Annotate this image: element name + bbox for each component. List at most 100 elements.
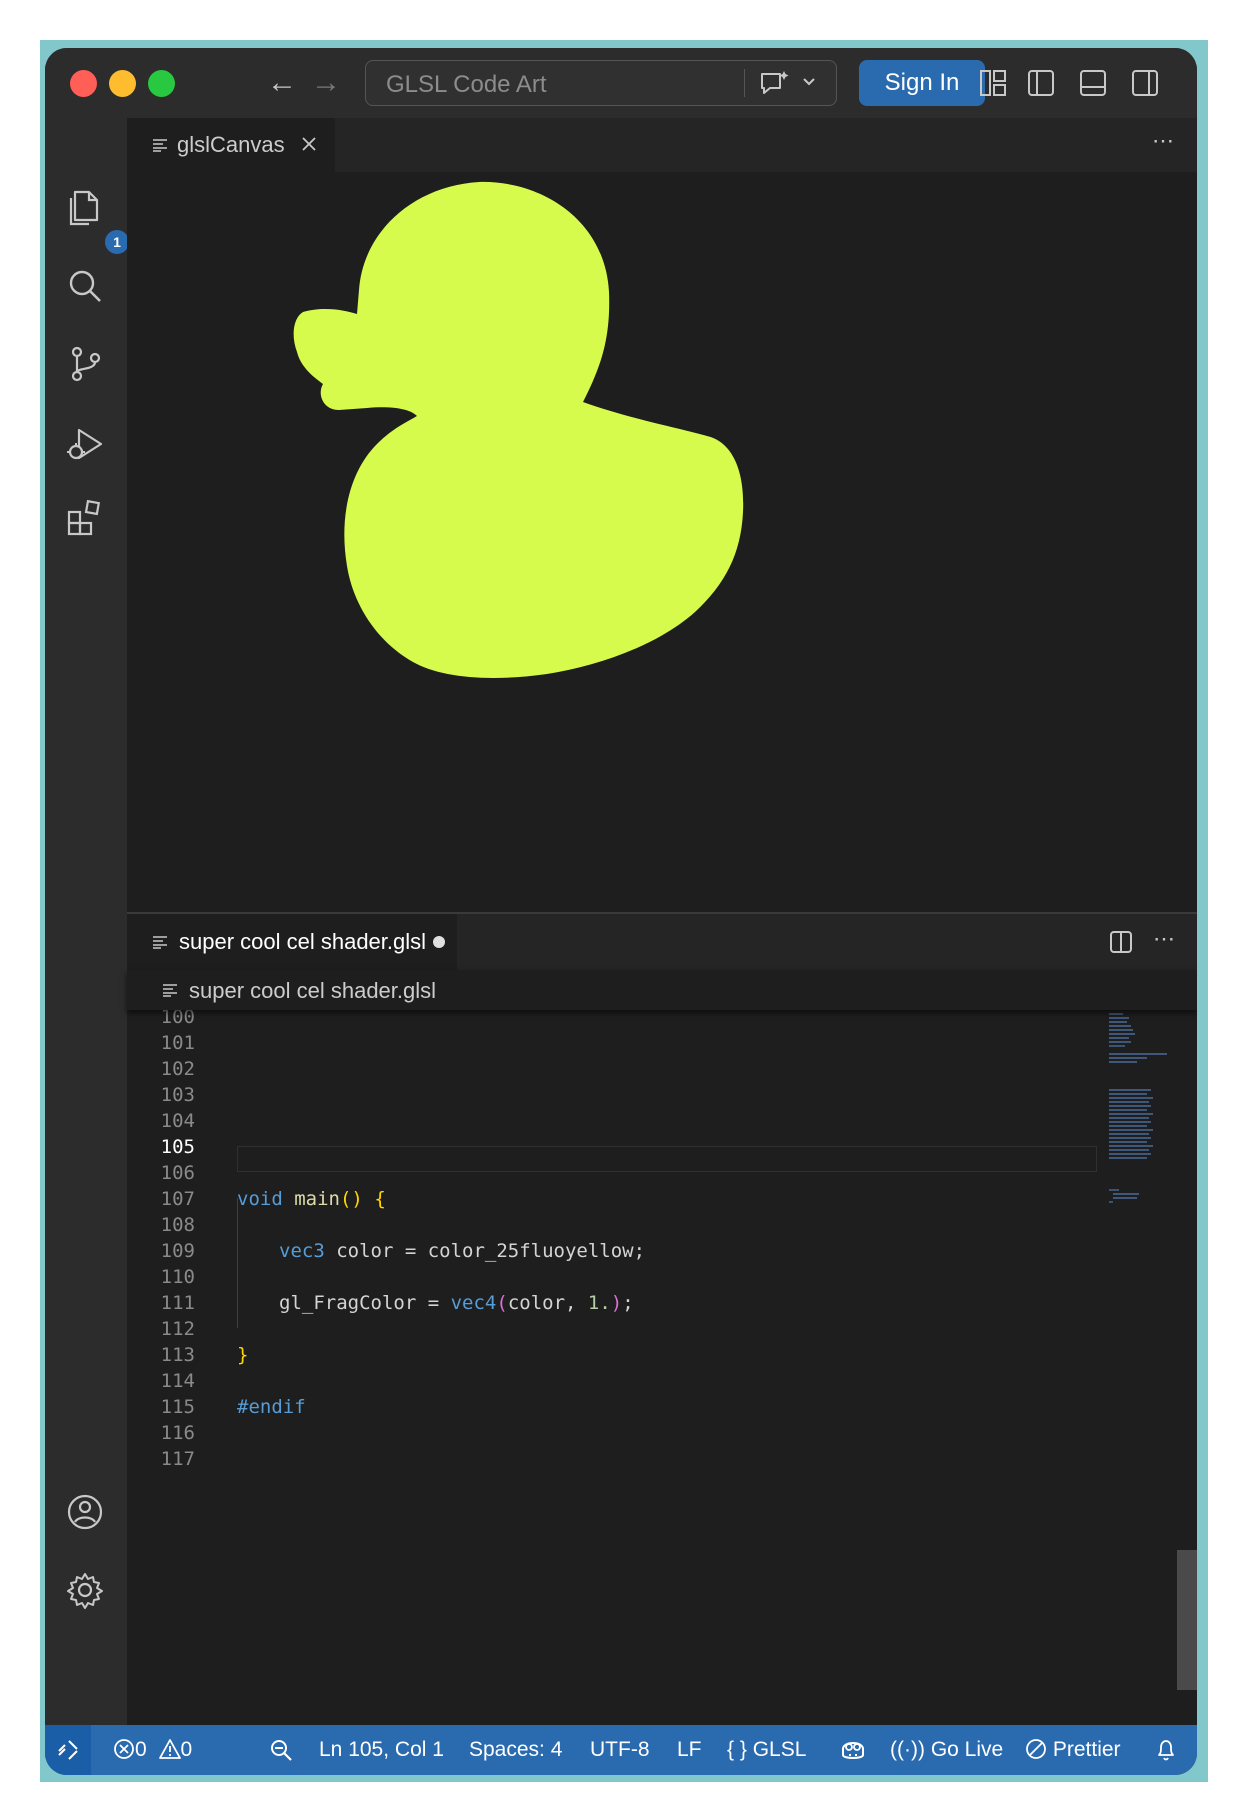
- title-bar: ← → GLSL Code Art Sign In: [45, 48, 1197, 118]
- token-bracket: {: [374, 1188, 386, 1210]
- breadcrumb: super cool cel shader.glsl: [127, 970, 1197, 1010]
- indentation[interactable]: Spaces: 4: [469, 1738, 562, 1762]
- prettier-label: Prettier: [1052, 1738, 1121, 1761]
- token-text: ;: [622, 1292, 634, 1314]
- preview-file-icon: [153, 139, 167, 152]
- more-actions-icon[interactable]: ⋯: [1152, 128, 1175, 154]
- chevron-down-icon[interactable]: [802, 77, 816, 87]
- breadcrumb-file[interactable]: super cool cel shader.glsl: [189, 978, 436, 1004]
- error-count: 0: [135, 1738, 147, 1761]
- problems-indicator[interactable]: 0 0: [113, 1738, 192, 1762]
- token-bracket: ): [610, 1292, 623, 1314]
- search-icon[interactable]: [65, 266, 105, 306]
- gear-icon[interactable]: [65, 1570, 105, 1610]
- current-line-highlight: [237, 1146, 1097, 1172]
- toggle-panel-icon[interactable]: [1078, 68, 1108, 98]
- close-icon[interactable]: [301, 136, 317, 152]
- token-type: vec4: [450, 1292, 497, 1314]
- extensions-icon[interactable]: [65, 498, 105, 538]
- preview-tab-bar: glslCanvas ⋯: [127, 118, 1197, 172]
- explorer-badge: 1: [105, 230, 129, 254]
- forward-arrow-icon[interactable]: →: [311, 66, 341, 100]
- glsl-file-icon: [163, 984, 177, 997]
- tab-glslcanvas[interactable]: glslCanvas: [127, 118, 335, 172]
- line-number-active: 105: [160, 1136, 195, 1158]
- split-editor-icon[interactable]: [1109, 930, 1133, 954]
- sign-in-button[interactable]: Sign In: [859, 60, 985, 106]
- more-actions-icon[interactable]: ⋯: [1153, 926, 1175, 952]
- warning-count: 0: [180, 1738, 193, 1761]
- line-number: 111: [160, 1292, 195, 1314]
- copilot-icon[interactable]: [839, 1737, 867, 1763]
- remote-indicator[interactable]: [45, 1725, 91, 1775]
- code-editor[interactable]: 100 101 102 103 104 105 106 107 108 109 …: [127, 1010, 1197, 1725]
- end-of-line[interactable]: LF: [677, 1738, 702, 1762]
- source-control-icon[interactable]: [65, 344, 105, 384]
- code-line-115: #endif: [237, 1396, 306, 1418]
- line-number: 103: [160, 1084, 195, 1106]
- tab-shader-file[interactable]: super cool cel shader.glsl: [127, 914, 457, 970]
- tab-label: glslCanvas: [177, 132, 285, 157]
- back-arrow-icon[interactable]: ←: [267, 66, 297, 100]
- unsaved-dot-icon[interactable]: [433, 936, 445, 948]
- language-label: GLSL: [752, 1738, 807, 1761]
- minimize-window-button[interactable]: [109, 70, 136, 97]
- status-bar: 0 0 Ln 105, Col 1 Spaces: 4 UTF-8 LF { }…: [45, 1725, 1197, 1775]
- prettier-button[interactable]: Prettier: [1025, 1738, 1121, 1762]
- indent-guide: [237, 1198, 238, 1328]
- vertical-scrollbar[interactable]: [1177, 1550, 1197, 1690]
- encoding[interactable]: UTF-8: [590, 1738, 650, 1762]
- language-mode[interactable]: { } GLSL: [727, 1738, 806, 1762]
- shader-preview-canvas: [127, 172, 1197, 912]
- token-number: 1.: [587, 1292, 611, 1314]
- line-number: 110: [160, 1266, 195, 1288]
- prettier-disabled-icon: [1026, 1739, 1046, 1759]
- editor-tab-bar: super cool cel shader.glsl ⋯: [127, 914, 1197, 970]
- line-number: 113: [160, 1344, 195, 1366]
- braces-icon: { }: [727, 1738, 747, 1761]
- warning-icon: [158, 1739, 181, 1759]
- error-icon: [114, 1739, 134, 1759]
- line-number: 117: [160, 1448, 195, 1470]
- token-type: vec3: [279, 1240, 325, 1262]
- tab-label: super cool cel shader.glsl: [179, 929, 427, 954]
- minimap[interactable]: [1107, 1010, 1177, 1210]
- command-center[interactable]: GLSL Code Art: [365, 60, 837, 106]
- token-text: color = color_25fluoyellow;: [324, 1240, 646, 1262]
- duck-silhouette: [293, 181, 744, 679]
- go-live-label: Go Live: [930, 1738, 1004, 1761]
- zoom-icon[interactable]: [269, 1738, 293, 1762]
- activity-bar: 1: [45, 118, 129, 1728]
- account-icon[interactable]: [65, 1492, 105, 1532]
- command-center-text: GLSL Code Art: [386, 71, 547, 98]
- glsl-file-icon: [153, 936, 167, 949]
- token-bracket: (): [339, 1188, 363, 1210]
- command-center-divider: [744, 69, 745, 97]
- line-number: 101: [160, 1032, 195, 1054]
- line-number: 114: [160, 1370, 195, 1392]
- zoom-window-button[interactable]: [148, 70, 175, 97]
- explorer-button[interactable]: 1: [65, 186, 129, 254]
- line-number: 112: [160, 1318, 195, 1340]
- remote-icon: [58, 1740, 78, 1760]
- token-text: color,: [507, 1292, 588, 1314]
- token-function: main: [294, 1188, 340, 1210]
- line-number: 108: [160, 1214, 195, 1236]
- toggle-secondary-sidebar-icon[interactable]: [1130, 68, 1160, 98]
- chat-sparkle-icon[interactable]: [758, 69, 790, 99]
- run-and-debug-icon[interactable]: [65, 424, 105, 464]
- code-line-107: void main() {: [237, 1186, 386, 1212]
- line-number: 107: [160, 1188, 195, 1210]
- bell-icon[interactable]: [1155, 1738, 1177, 1762]
- code-line-113: }: [237, 1344, 249, 1366]
- customize-layout-icon[interactable]: [978, 68, 1008, 98]
- broadcast-icon: ((·)): [890, 1738, 925, 1761]
- line-number: 104: [160, 1110, 195, 1132]
- go-live-button[interactable]: ((·)) Go Live: [890, 1738, 1003, 1762]
- token-keyword: void: [237, 1188, 283, 1210]
- cursor-position[interactable]: Ln 105, Col 1: [319, 1738, 444, 1762]
- vscode-window: ← → GLSL Code Art Sign In 1 glslCanvas ⋯…: [45, 48, 1197, 1775]
- toggle-primary-sidebar-icon[interactable]: [1026, 68, 1056, 98]
- close-window-button[interactable]: [70, 70, 97, 97]
- line-number: 106: [160, 1162, 195, 1184]
